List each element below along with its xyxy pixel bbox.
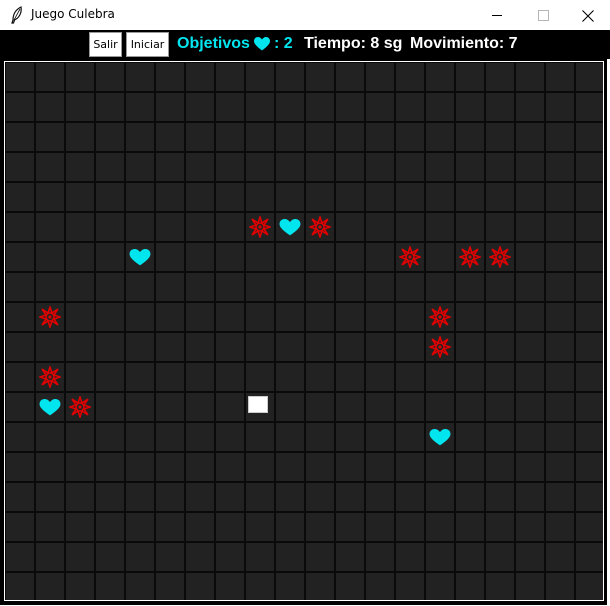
hazard-icon: [35, 362, 65, 392]
hazard-icon: [425, 302, 455, 332]
heart-icon: [425, 422, 455, 452]
hazard-icon: [455, 242, 485, 272]
time-counter: Tiempo: 8 sg: [304, 35, 403, 52]
objectives-count: : 2: [274, 35, 293, 52]
window-title: Juego Culebra: [31, 7, 115, 21]
game-board: [4, 61, 604, 601]
hazard-icon: [245, 212, 275, 242]
moves-counter: Movimiento: 7: [410, 35, 518, 52]
feather-icon: [10, 6, 24, 24]
heart-icon: [35, 392, 65, 422]
hazard-icon: [305, 212, 335, 242]
game-window: Juego Culebra Salir Iniciar Objetivos : …: [0, 0, 610, 606]
heart-icon: [254, 37, 270, 51]
hazard-icon: [35, 302, 65, 332]
hazard-icon: [395, 242, 425, 272]
hazard-icon: [485, 242, 515, 272]
heart-icon: [275, 212, 305, 242]
snake-head: [248, 396, 268, 413]
heart-icon: [125, 242, 155, 272]
hazard-icon: [425, 332, 455, 362]
hazard-icon: [65, 392, 95, 422]
objectives-label: Objetivos: [177, 35, 250, 52]
close-icon: [582, 10, 594, 22]
title-bar[interactable]: Juego Culebra: [0, 0, 610, 30]
maximize-button[interactable]: [520, 0, 566, 30]
minimize-icon: [492, 15, 502, 16]
start-button[interactable]: Iniciar: [126, 32, 169, 57]
close-button[interactable]: [564, 0, 610, 30]
minimize-button[interactable]: [474, 0, 520, 30]
maximize-icon: [538, 10, 549, 21]
exit-button[interactable]: Salir: [89, 32, 122, 57]
